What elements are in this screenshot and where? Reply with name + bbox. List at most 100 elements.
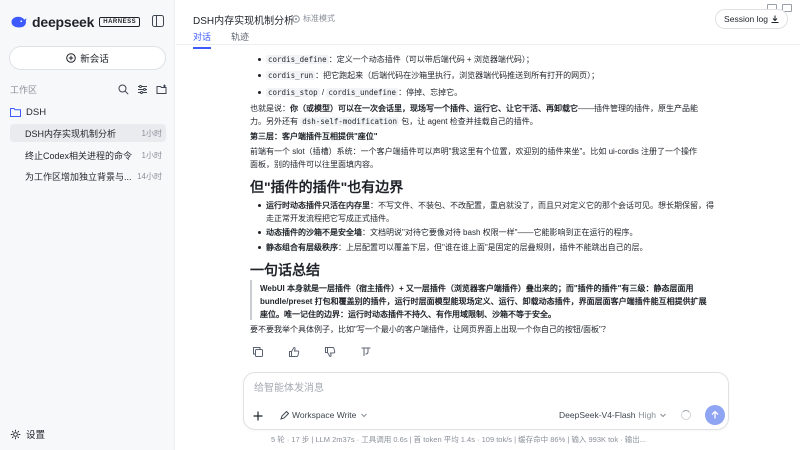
folder-icon — [10, 108, 21, 117]
session-log-label: Session log — [724, 14, 768, 24]
gear-icon — [10, 429, 21, 439]
code-inline: cordis_undefine — [326, 88, 399, 97]
session-log-button[interactable]: Session log — [715, 9, 788, 29]
text: ：停掉、忘掉它。 — [398, 88, 463, 97]
heading: 但"插件的插件"也有边界 — [250, 179, 404, 195]
divider — [176, 44, 800, 45]
page-title: DSH内存实现机制分析 — [193, 16, 295, 27]
bold-text: 静态组合有层级秩序 — [266, 243, 338, 252]
session-title: 终止Codex相关进程的命令 — [25, 150, 133, 161]
bold-text: 你（或模型）可以在一次会话里，现场写一个插件、运行它、让它干活、再卸载它 — [290, 104, 578, 113]
bullet — [258, 204, 261, 207]
quote-line: WebUI 本身就是一层插件（宿主插件）+ 又一层插件（浏览器客户端插件）叠出来… — [260, 284, 694, 293]
session-time: 1小时 — [141, 128, 162, 138]
workspace-write-label: Workspace Write — [292, 410, 357, 420]
brand-name: deepseek — [32, 14, 95, 30]
text: ——插件管理的插件，原生产品能 — [578, 104, 698, 113]
list-item: cordis_stop / cordis_undefine ：停掉、忘掉它。 — [266, 87, 462, 98]
code-inline: cordis_define — [266, 55, 329, 64]
plus-icon[interactable] — [252, 410, 264, 422]
arrow-up-icon — [711, 410, 719, 419]
text: 也就是说： — [250, 104, 290, 113]
bullet — [258, 231, 261, 234]
section-heading: 第三层：客户端插件互相提供"座位" — [250, 132, 378, 141]
branch-icon[interactable] — [360, 346, 372, 358]
session-item[interactable]: 为工作区增加独立背景与... 14小时 — [10, 167, 166, 185]
folder-label: DSH — [26, 106, 47, 118]
text: 力。另外还有 — [250, 117, 301, 126]
plus-circle-icon — [66, 53, 77, 63]
mode-icon — [292, 14, 300, 23]
text: ：把它跑起来（后端代码在沙箱里执行，浏览器端代码推送到所有打开的网页）； — [315, 71, 600, 80]
list-item: 运行时动态插件只活在内存里：不写文件、不装包、不改配置，重启就没了，而且只对定义… — [266, 200, 714, 211]
session-item[interactable]: 终止Codex相关进程的命令 1小时 — [10, 146, 166, 164]
send-button[interactable] — [705, 405, 725, 425]
tab-bar: 对话 轨迹 — [193, 30, 269, 49]
list-item: 静态组合有层级秩序：上层配置可以覆盖下层，但"谁在谁上面"是固定的层叠规则，插件… — [266, 242, 648, 253]
session-title: DSH内存实现机制分析 — [25, 128, 117, 139]
tab-chat[interactable]: 对话 — [193, 30, 212, 49]
session-title: 为工作区增加独立背景与... — [25, 171, 132, 182]
tab-trace[interactable]: 轨迹 — [231, 30, 249, 49]
text: 包，让 agent 检查并挂载自己的插件。 — [399, 117, 538, 126]
reasoning-level: High — [638, 410, 657, 420]
code-inline: dsh-self-modification — [300, 117, 400, 126]
search-icon[interactable] — [118, 84, 129, 95]
bullet — [258, 246, 261, 249]
download-icon — [771, 15, 779, 23]
model-select[interactable]: DeepSeek-V4-Flash High — [559, 410, 667, 420]
loading-spinner-icon — [681, 410, 691, 420]
text: ：定义一个动态插件（可以带后端代码 + 浏览器端代码）； — [328, 55, 534, 64]
paragraph-line: 力。另外还有 dsh-self-modification 包，让 agent 检… — [250, 116, 538, 127]
list-item: 动态插件的沙箱不是安全墙：文档明说"对待它要像对待 bash 权限一样"——它能… — [266, 227, 637, 238]
text: ：不写文件、不装包、不改配置，重启就没了，而且只对定义它的那个会话可见。想长期保… — [370, 201, 714, 210]
bold-text: 运行时动态插件只活在内存里 — [266, 201, 370, 210]
chevron-down-icon — [660, 413, 666, 418]
chevron-down-icon — [361, 413, 368, 418]
session-time: 14小时 — [137, 171, 162, 181]
new-chat-button[interactable]: 新会话 — [9, 46, 166, 70]
bullet — [258, 91, 261, 94]
heading: 一句话总结 — [250, 262, 320, 278]
session-item[interactable]: DSH内存实现机制分析 1小时 — [10, 124, 166, 142]
text: ：文档明说"对待它要像对待 bash 权限一样"——它能影响到正在运行的程序。 — [362, 228, 638, 237]
list-item-cont: 走正常开发流程把它写成正式插件。 — [266, 214, 394, 223]
session-time: 1小时 — [141, 150, 162, 160]
paragraph-line: 也就是说：你（或模型）可以在一次会话里，现场写一个插件、运行它、让它干活、再卸载… — [250, 103, 698, 114]
list-item: cordis_run ：把它跑起来（后端代码在沙箱里执行，浏览器端代码推送到所有打… — [266, 70, 599, 81]
workspace-header: 工作区 — [10, 82, 167, 96]
composer: Workspace Write DeepSeek-V4-Flash High — [243, 372, 729, 430]
message-actions — [252, 346, 372, 358]
workspace-write-select[interactable]: Workspace Write — [280, 410, 371, 420]
thumbs-down-icon[interactable] — [324, 346, 336, 358]
paragraph-line: 前端有一个 slot（插槽）系统：一个客户端插件可以声明"我这里有个位置，欢迎别… — [250, 147, 698, 156]
brand-badge: HARNESS — [99, 17, 141, 27]
bullet — [258, 58, 261, 61]
thumbs-up-icon[interactable] — [288, 346, 300, 358]
workspace-label: 工作区 — [10, 84, 38, 95]
text: ：上层配置可以覆盖下层，但"谁在谁上面"是固定的层叠规则，插件不能跳出自己的层。 — [338, 243, 648, 252]
new-chat-label: 新会话 — [80, 54, 109, 65]
quote-line: bundle/preset 打包和覆盖别的插件，运行时层面模型能现场定义、运行、… — [260, 297, 707, 306]
bullet — [258, 74, 261, 77]
paragraph-line: 面板，别的插件可以往里面填内容。 — [250, 160, 378, 169]
settings-button[interactable]: 设置 — [10, 427, 45, 441]
copy-icon[interactable] — [252, 346, 264, 358]
message-input[interactable] — [254, 381, 714, 395]
status-bar: 5 轮 · 17 步 | LLM 2m37s · 工具调用 0.6s | 首 t… — [271, 435, 646, 444]
paragraph-line: 要不要我举个具体例子，比如"写一个最小的客户端插件，让网页界面上出现一个你自己的… — [250, 325, 610, 334]
new-folder-icon[interactable] — [156, 84, 167, 95]
sidebar-toggle-icon[interactable] — [152, 15, 164, 27]
list-item: cordis_define ：定义一个动态插件（可以带后端代码 + 浏览器端代码）… — [266, 54, 534, 65]
folder-dsh[interactable]: DSH — [10, 105, 46, 119]
main-panel: DSH内存实现机制分析 标准模式 对话 轨迹 Session log cordi… — [176, 0, 800, 450]
brand: deepseek HARNESS — [10, 12, 141, 32]
mode-label: 标准模式 — [303, 14, 335, 23]
filter-icon[interactable] — [137, 84, 148, 95]
quote-line: 座位。唯一记住的边界：运行时动态插件不持久、有作用域限制、沙箱不等于安全。 — [260, 310, 556, 319]
whale-logo-icon — [11, 16, 27, 28]
model-label: DeepSeek-V4-Flash — [559, 410, 636, 420]
blockquote-bar — [250, 280, 252, 320]
mode-indicator[interactable]: 标准模式 — [292, 13, 335, 24]
pen-icon — [280, 410, 289, 420]
